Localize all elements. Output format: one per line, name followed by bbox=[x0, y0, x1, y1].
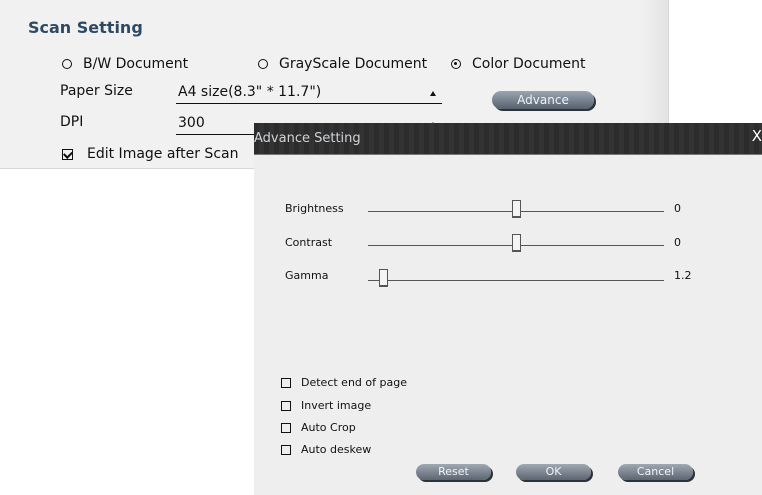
scan-setting-title: Scan Setting bbox=[28, 18, 143, 37]
reset-button[interactable]: Reset bbox=[416, 464, 491, 480]
checkbox-icon bbox=[281, 400, 291, 411]
slider-thumb[interactable] bbox=[512, 200, 521, 218]
contrast-value: 0 bbox=[674, 236, 681, 249]
checkbox-checked-icon bbox=[62, 148, 73, 160]
close-icon[interactable]: X bbox=[752, 127, 762, 145]
brightness-value: 0 bbox=[674, 202, 681, 215]
paper-size-value: A4 size(8.3" * 11.7") bbox=[178, 84, 322, 100]
option-label: Auto Crop bbox=[301, 421, 356, 434]
gamma-value: 1.2 bbox=[674, 269, 692, 282]
contrast-slider[interactable] bbox=[368, 234, 664, 252]
checkbox-icon bbox=[281, 444, 291, 455]
radio-bw-document[interactable]: B/W Document bbox=[62, 56, 188, 72]
detect-end-of-page-checkbox[interactable]: Detect end of page bbox=[281, 376, 407, 389]
auto-crop-checkbox[interactable]: Auto Crop bbox=[281, 421, 356, 434]
checkbox-icon bbox=[281, 422, 291, 433]
radio-icon bbox=[62, 59, 72, 69]
paper-size-select[interactable]: A4 size(8.3" * 11.7") bbox=[176, 83, 442, 104]
slider-thumb[interactable] bbox=[512, 234, 521, 252]
dpi-label: DPI bbox=[60, 114, 84, 130]
option-label: Auto deskew bbox=[301, 443, 372, 456]
dropdown-arrow-icon bbox=[430, 91, 436, 96]
invert-image-checkbox[interactable]: Invert image bbox=[281, 399, 371, 412]
advance-button[interactable]: Advance bbox=[492, 91, 594, 109]
gamma-slider[interactable] bbox=[368, 269, 664, 287]
radio-label: GrayScale Document bbox=[279, 56, 428, 72]
slider-thumb[interactable] bbox=[378, 269, 388, 287]
dialog-title: Advance Setting bbox=[254, 131, 361, 146]
edit-image-label: Edit Image after Scan bbox=[87, 146, 239, 162]
option-label: Invert image bbox=[301, 399, 372, 412]
paper-size-label: Paper Size bbox=[60, 83, 133, 99]
brightness-slider[interactable] bbox=[368, 200, 664, 218]
advance-setting-dialog: Advance Setting X Brightness 0 Contrast … bbox=[254, 123, 762, 495]
radio-selected-icon bbox=[451, 59, 461, 69]
auto-deskew-checkbox[interactable]: Auto deskew bbox=[281, 443, 371, 456]
contrast-label: Contrast bbox=[285, 236, 333, 249]
checkbox-icon bbox=[281, 377, 291, 388]
dpi-value: 300 bbox=[178, 115, 205, 131]
ok-button[interactable]: OK bbox=[516, 464, 591, 480]
brightness-label: Brightness bbox=[285, 202, 344, 215]
gamma-label: Gamma bbox=[285, 269, 329, 282]
radio-color-document[interactable]: Color Document bbox=[451, 56, 586, 72]
edit-image-checkbox[interactable]: Edit Image after Scan bbox=[62, 146, 238, 162]
radio-grayscale-document[interactable]: GrayScale Document bbox=[258, 56, 427, 72]
radio-label: B/W Document bbox=[83, 56, 189, 72]
cancel-button[interactable]: Cancel bbox=[618, 464, 693, 480]
option-label: Detect end of page bbox=[301, 376, 407, 389]
radio-icon bbox=[258, 59, 268, 69]
dialog-titlebar[interactable]: Advance Setting X bbox=[254, 123, 762, 155]
radio-label: Color Document bbox=[472, 56, 586, 72]
